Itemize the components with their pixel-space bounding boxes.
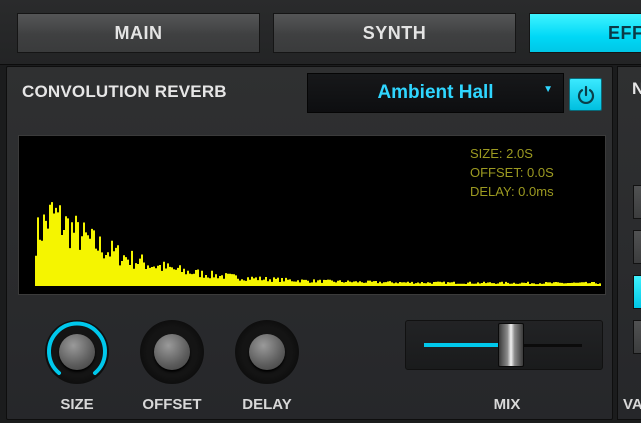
- right-panel-button[interactable]: [633, 185, 641, 219]
- offset-knob[interactable]: [140, 320, 204, 384]
- size-knob[interactable]: [45, 320, 109, 384]
- readout-delay: DELAY: 0.0ms: [470, 184, 554, 199]
- right-panel-title: N: [632, 79, 641, 98]
- knob-cap: [249, 334, 285, 370]
- tab-main[interactable]: MAIN: [17, 13, 260, 53]
- delay-knob-label: DELAY: [242, 396, 292, 413]
- readout-size: SIZE: 2.0S: [470, 146, 533, 161]
- preset-value: Ambient Hall: [377, 82, 494, 103]
- triangle-down-icon: ▼: [543, 84, 553, 95]
- knob-cap: [59, 334, 95, 370]
- readout-offset: OFFSET: 0.0S: [470, 165, 554, 180]
- mix-label: MIX: [493, 396, 521, 413]
- mix-slider[interactable]: [405, 320, 603, 370]
- right-panel-button[interactable]: [633, 230, 641, 264]
- panel-title: CONVOLUTION REVERB: [22, 82, 227, 101]
- right-panel: N VA: [617, 66, 641, 420]
- convolution-reverb-panel: CONVOLUTION REVERB Ambient Hall ▼ SIZE: …: [6, 66, 613, 420]
- power-icon: [577, 85, 595, 104]
- tab-effects[interactable]: EFF: [529, 13, 641, 53]
- right-panel-button[interactable]: [633, 320, 641, 354]
- right-panel-button-active[interactable]: [633, 275, 641, 309]
- offset-knob-label: OFFSET: [142, 396, 202, 413]
- reverb-readout: SIZE: 2.0S OFFSET: 0.0S DELAY: 0.0ms: [470, 144, 554, 201]
- impulse-response-display: SIZE: 2.0S OFFSET: 0.0S DELAY: 0.0ms: [18, 135, 606, 295]
- power-button[interactable]: [569, 78, 602, 111]
- tab-bar: MAIN SYNTH EFF: [0, 0, 641, 65]
- waveform-shape: [35, 202, 601, 286]
- knob-cap: [154, 334, 190, 370]
- size-knob-label: SIZE: [60, 396, 94, 413]
- delay-knob[interactable]: [235, 320, 299, 384]
- tab-synth[interactable]: SYNTH: [273, 13, 516, 53]
- right-panel-label: VA: [623, 396, 641, 413]
- slider-thumb[interactable]: [497, 323, 524, 367]
- preset-dropdown[interactable]: Ambient Hall ▼: [307, 73, 564, 113]
